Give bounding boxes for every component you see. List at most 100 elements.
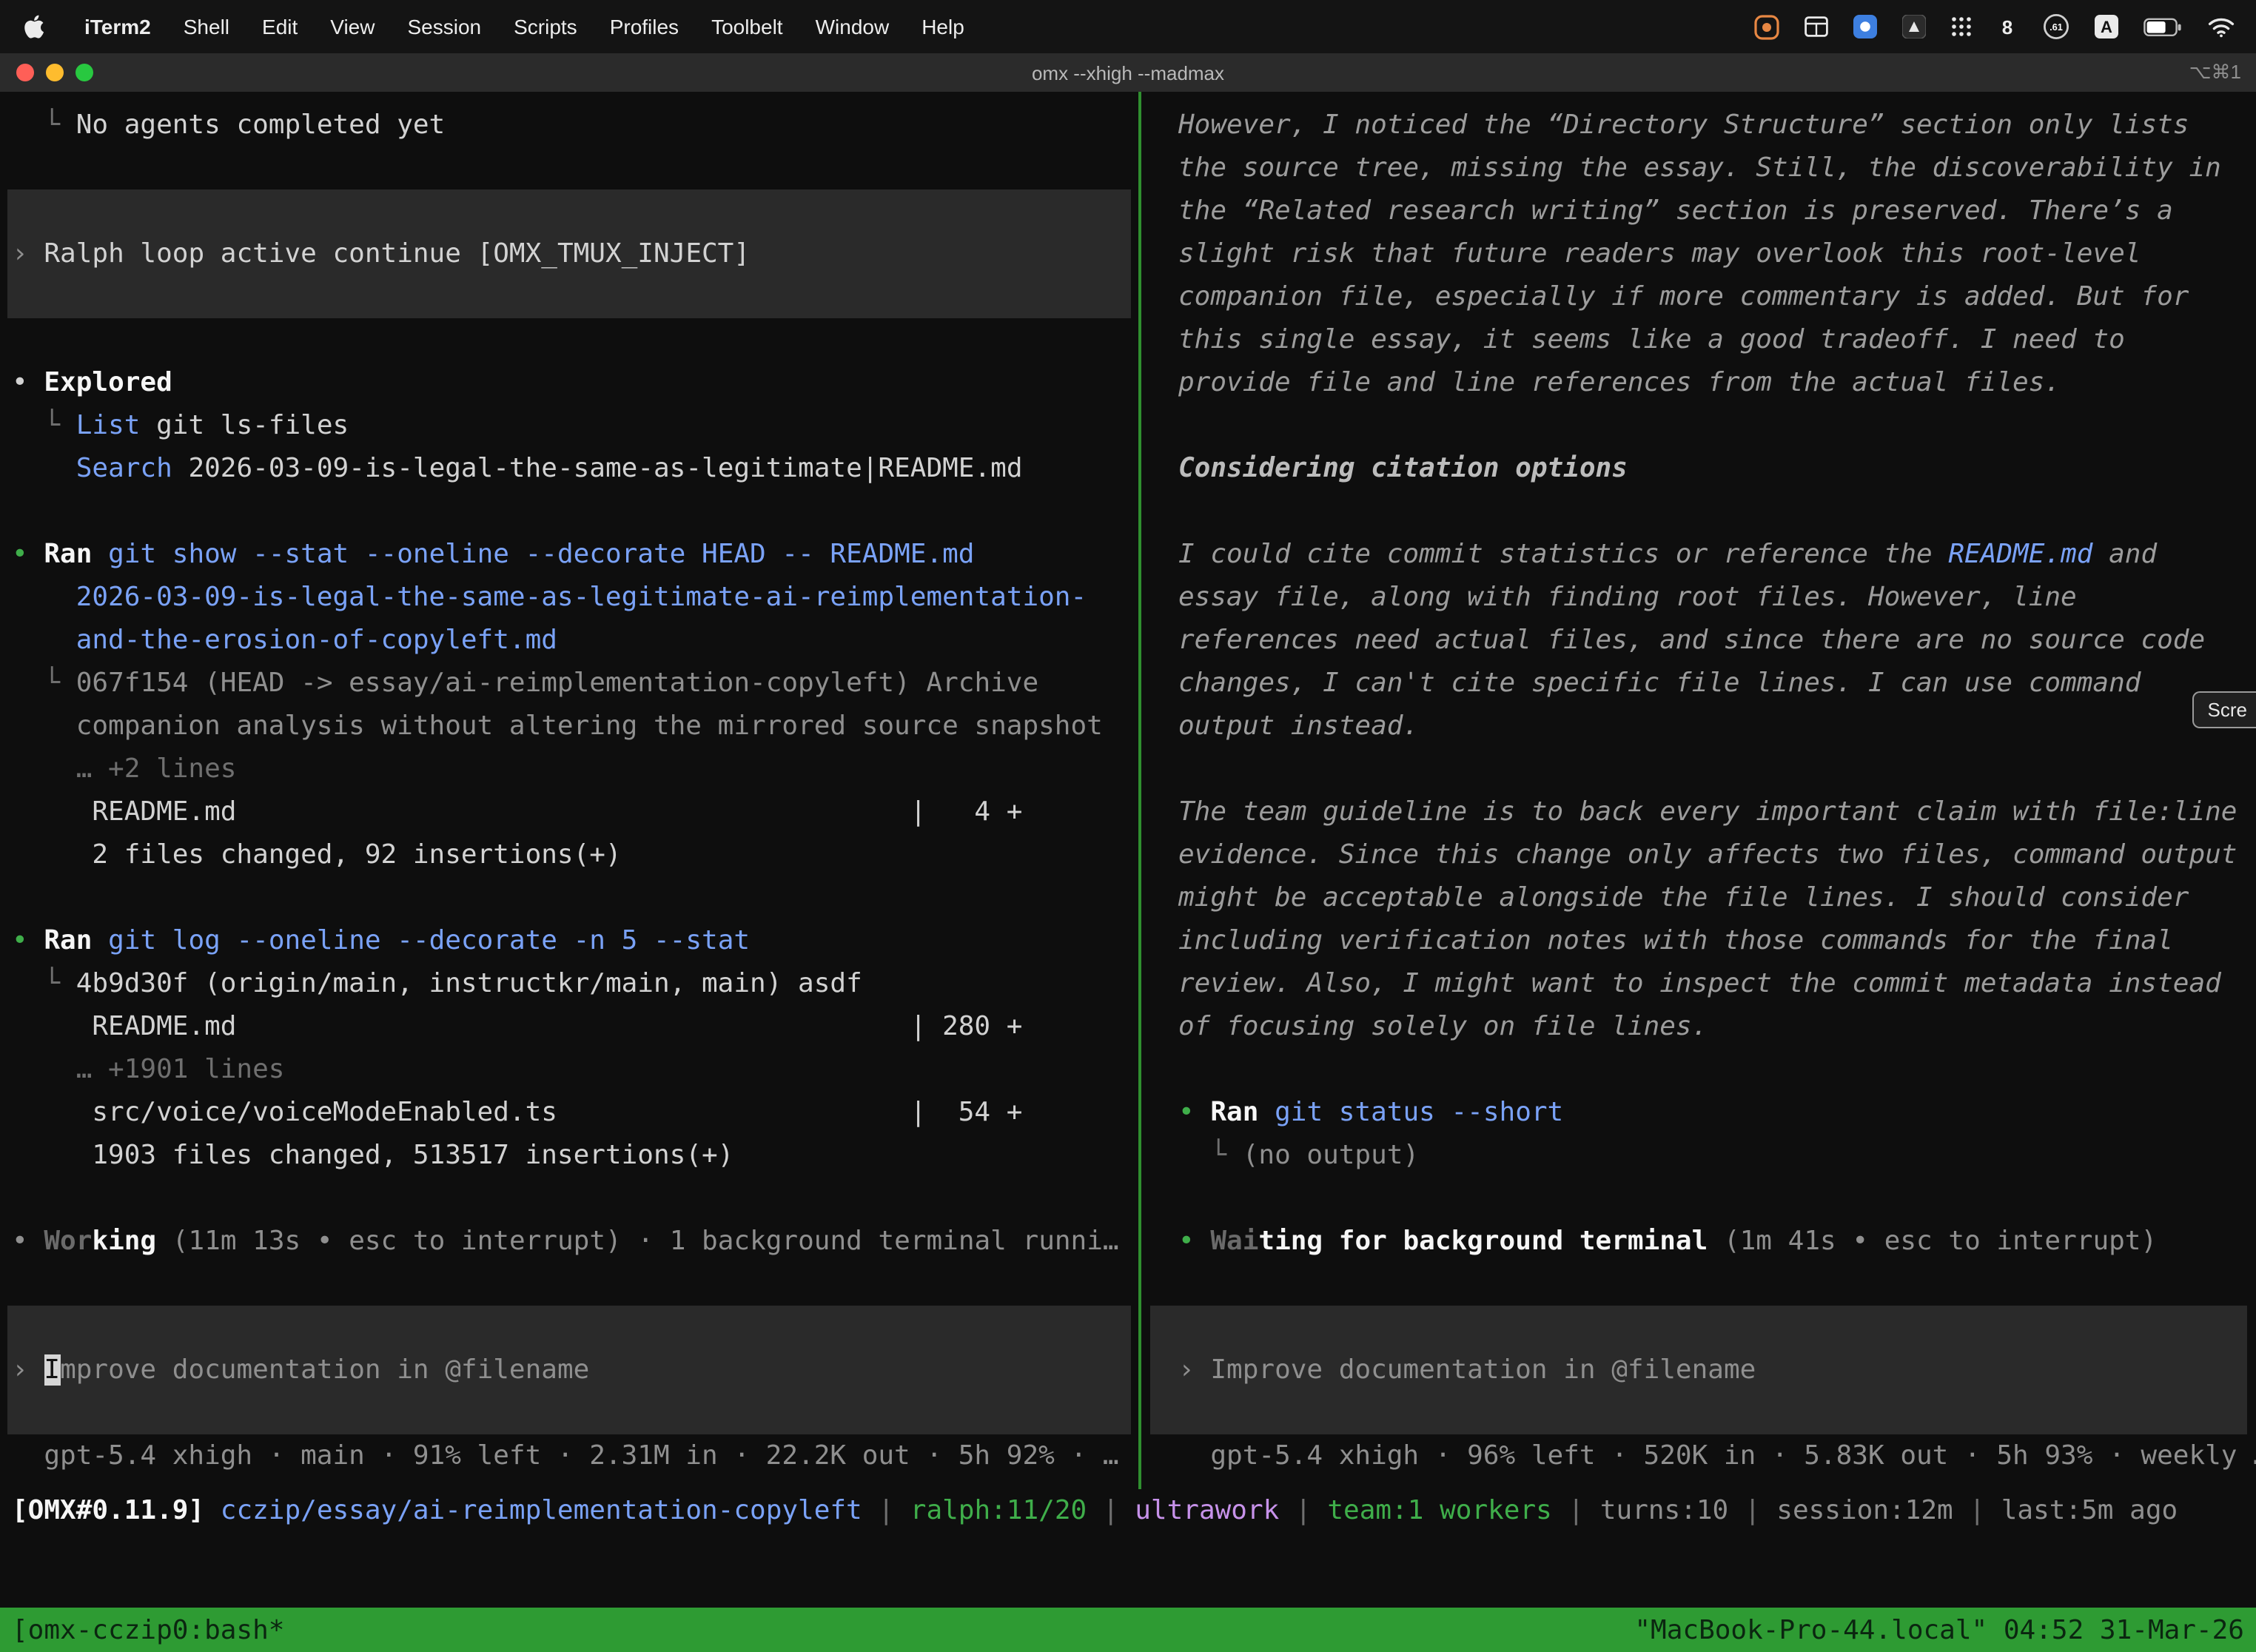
terminal-line: • Ran git status --short xyxy=(1141,1091,2256,1134)
menu-item-iterm2[interactable]: iTerm2 xyxy=(68,15,167,38)
window-manager-icon[interactable] xyxy=(1805,13,1828,40)
menu-item-profiles[interactable]: Profiles xyxy=(594,15,695,38)
terminal-line: … +2 lines xyxy=(0,748,1138,790)
terminal-line: └ List git ls-files xyxy=(0,404,1138,447)
terminal-line: essay file, along with finding root file… xyxy=(1141,576,2256,619)
screen-recording-indicator-icon[interactable] xyxy=(1754,13,1779,40)
keypad-8-icon[interactable]: 8 xyxy=(1997,13,2018,40)
menu-item-session[interactable]: Session xyxy=(391,15,497,38)
tmux-inject-banner: › Ralph loop active continue [OMX_TMUX_I… xyxy=(7,189,1131,318)
menu-item-shell[interactable]: Shell xyxy=(167,15,246,38)
tmux-host-time: "MacBook-Pro-44.local" 04:52 31-Mar-26 xyxy=(1634,1614,2244,1645)
terminal-line: › Improve documentation in @filename xyxy=(7,1349,1131,1391)
terminal-line: └ 4b9d30f (origin/main, instructkr/main,… xyxy=(0,962,1138,1005)
battery-icon[interactable] xyxy=(2143,13,2182,40)
menu-item-scripts[interactable]: Scripts xyxy=(497,15,594,38)
terminal-line xyxy=(1141,748,2256,790)
prompt-input[interactable]: › Improve documentation in @filename xyxy=(7,1306,1131,1434)
window-shortcut: ⌥⌘1 xyxy=(2189,61,2241,84)
terminal-line: provide file and line references from th… xyxy=(1141,361,2256,404)
terminal-pane-right[interactable]: However, I noticed the “Directory Struct… xyxy=(1141,92,2256,1489)
screen-share-popover[interactable]: Scre xyxy=(2193,691,2256,728)
terminal-line: of focusing solely on file lines. xyxy=(1141,1005,2256,1048)
terminal-line xyxy=(0,147,1138,189)
terminal-line xyxy=(0,1263,1138,1306)
terminal-line: … +1901 lines xyxy=(0,1048,1138,1091)
svg-text:A: A xyxy=(2101,18,2112,36)
menubar-status-icons: 8 .61 A xyxy=(1754,13,2241,40)
battery-percentage-icon[interactable]: .61 xyxy=(2043,13,2069,40)
menubar-items: iTerm2ShellEditViewSessionScriptsProfile… xyxy=(68,15,981,38)
apple-menu[interactable] xyxy=(24,15,50,38)
terminal-line: the “Related research writing” section i… xyxy=(1141,189,2256,232)
terminal-line: • Working (11m 13s • esc to interrupt) ·… xyxy=(0,1220,1138,1263)
dots-grid-icon[interactable] xyxy=(1951,13,1972,40)
terminal-line xyxy=(1141,490,2256,533)
terminal-line xyxy=(1141,404,2256,447)
terminal-line: evidence. Since this change only affects… xyxy=(1141,833,2256,876)
terminal-line: • Explored xyxy=(0,361,1138,404)
terminal-line: this single essay, it seems like a good … xyxy=(1141,318,2256,361)
terminal-line xyxy=(0,1177,1138,1220)
terminal-line: including verification notes with those … xyxy=(1141,919,2256,962)
svg-text:.61: .61 xyxy=(2049,21,2063,33)
traffic-lights xyxy=(0,64,93,81)
terminal-line: • Ran git log --oneline --decorate -n 5 … xyxy=(0,919,1138,962)
tmux-status-bar: [omx-cczip0:bash* "MacBook-Pro-44.local"… xyxy=(0,1608,2256,1652)
terminal-line xyxy=(1141,1177,2256,1220)
terminal-line: 2026-03-09-is-legal-the-same-as-legitima… xyxy=(0,576,1138,619)
menu-item-view[interactable]: View xyxy=(314,15,391,38)
terminal-pane-left[interactable]: └ No agents completed yet› Ralph loop ac… xyxy=(0,92,1138,1489)
terminal-line: • Ran git show --stat --oneline --decora… xyxy=(0,533,1138,576)
menu-bar: iTerm2ShellEditViewSessionScriptsProfile… xyxy=(0,0,2256,53)
terminal-line: output instead. xyxy=(1141,705,2256,748)
terminal-line: └ (no output) xyxy=(1141,1134,2256,1177)
menu-item-toolbelt[interactable]: Toolbelt xyxy=(695,15,799,38)
window-title-bar[interactable]: omx --xhigh --madmax ⌥⌘1 xyxy=(0,53,2256,92)
terminal-line: Search 2026-03-09-is-legal-the-same-as-l… xyxy=(0,447,1138,490)
omx-status-line: [OMX#0.11.9] cczip/essay/ai-reimplementa… xyxy=(0,1489,2256,1532)
terminal-line: changes, I can't cite specific file line… xyxy=(1141,662,2256,705)
terminal-line: I could cite commit statistics or refere… xyxy=(1141,533,2256,576)
dark-app-icon[interactable] xyxy=(1902,13,1926,40)
terminal-line: Considering citation options xyxy=(1141,447,2256,490)
terminal-line: might be acceptable alongside the file l… xyxy=(1141,876,2256,919)
terminal-line: references need actual files, and since … xyxy=(1141,619,2256,662)
prompt-input[interactable]: › Improve documentation in @filename xyxy=(1150,1306,2247,1434)
terminal-line: The team guideline is to back every impo… xyxy=(1141,790,2256,833)
terminal-line xyxy=(0,318,1138,361)
tmux-session-label: [omx-cczip0:bash* xyxy=(12,1614,284,1645)
zoom-button[interactable] xyxy=(75,64,93,81)
spacer xyxy=(0,1532,2256,1608)
minimize-button[interactable] xyxy=(46,64,64,81)
blue-app-icon[interactable] xyxy=(1853,13,1877,40)
terminal-line: the source tree, missing the essay. Stil… xyxy=(1141,147,2256,189)
screen: iTerm2ShellEditViewSessionScriptsProfile… xyxy=(0,0,2256,1652)
terminal-line: companion file, especially if more comme… xyxy=(1141,275,2256,318)
menu-item-help[interactable]: Help xyxy=(905,15,981,38)
terminal: └ No agents completed yet› Ralph loop ac… xyxy=(0,92,2256,1489)
terminal-line: gpt-5.4 xhigh · main · 91% left · 2.31M … xyxy=(0,1434,1138,1477)
terminal-line: 2 files changed, 92 insertions(+) xyxy=(0,833,1138,876)
terminal-line xyxy=(0,490,1138,533)
terminal-line xyxy=(0,876,1138,919)
terminal-line: 1903 files changed, 513517 insertions(+) xyxy=(0,1134,1138,1177)
terminal-line: slight risk that future readers may over… xyxy=(1141,232,2256,275)
input-source-icon[interactable]: A xyxy=(2095,13,2118,40)
terminal-line: gpt-5.4 xhigh · 96% left · 520K in · 5.8… xyxy=(1141,1434,2256,1477)
terminal-line: However, I noticed the “Directory Struct… xyxy=(1141,104,2256,147)
terminal-line: README.md | 280 + xyxy=(0,1005,1138,1048)
window-title: omx --xhigh --madmax xyxy=(0,61,2256,84)
terminal-line: README.md | 4 + xyxy=(0,790,1138,833)
terminal-line: › Ralph loop active continue [OMX_TMUX_I… xyxy=(7,232,1131,275)
apple-logo-icon xyxy=(24,15,44,38)
terminal-line: and-the-erosion-of-copyleft.md xyxy=(0,619,1138,662)
menu-item-edit[interactable]: Edit xyxy=(246,15,314,38)
terminal-line: src/voice/voiceModeEnabled.ts | 54 + xyxy=(0,1091,1138,1134)
close-button[interactable] xyxy=(16,64,34,81)
terminal-line: review. Also, I might want to inspect th… xyxy=(1141,962,2256,1005)
menu-item-window[interactable]: Window xyxy=(799,15,906,38)
terminal-line xyxy=(1141,1263,2256,1306)
wifi-icon[interactable] xyxy=(2207,13,2235,40)
terminal-line: companion analysis without altering the … xyxy=(0,705,1138,748)
